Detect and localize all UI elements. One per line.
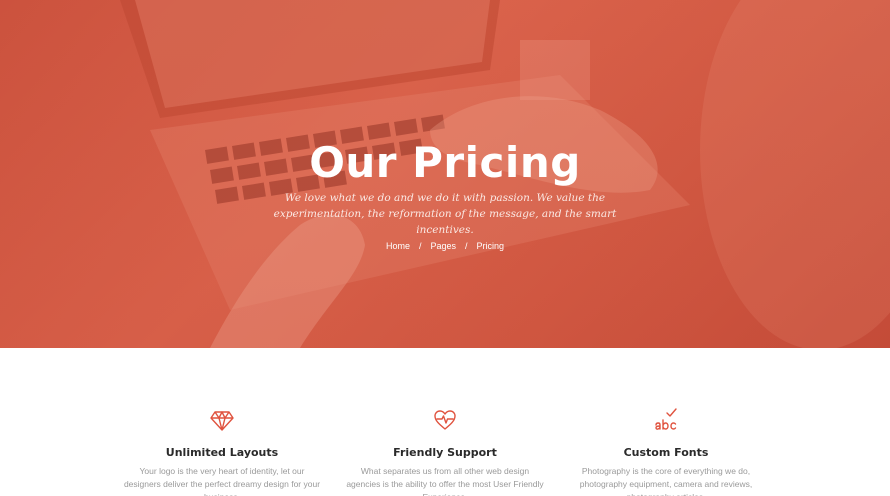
hero-banner: Our Pricing We love what we do and we do… [0, 0, 890, 348]
breadcrumb-home-link[interactable]: Home [386, 241, 410, 251]
feature-friendly-support: Friendly Support What separates us from … [345, 408, 545, 496]
page-title: Our Pricing [309, 138, 581, 187]
feature-unlimited-layouts: Unlimited Layouts Your logo is the very … [122, 408, 322, 496]
page-subtitle: We love what we do and we do it with pas… [273, 192, 617, 236]
feature-custom-fonts: Custom Fonts Photography is the core of … [566, 408, 766, 496]
breadcrumb: Home / Pages / Pricing [0, 241, 890, 251]
feature-text: What separates us from all other web des… [346, 466, 544, 496]
features-section: Unlimited Layouts Your logo is the very … [0, 348, 890, 496]
feature-title: Friendly Support [393, 446, 497, 459]
feature-title: Unlimited Layouts [165, 446, 279, 459]
diamond-icon [210, 411, 234, 431]
breadcrumb-current: Pricing [476, 241, 505, 251]
breadcrumb-separator: / [418, 241, 422, 251]
feature-text: Your logo is the very heart of identity,… [123, 466, 321, 496]
feature-title: Custom Fonts [623, 446, 709, 459]
breadcrumb-pages-link[interactable]: Pages [430, 241, 456, 251]
abc-check-icon [655, 408, 677, 430]
feature-text: Photography is the core of everything we… [579, 466, 753, 496]
breadcrumb-separator: / [465, 241, 468, 251]
heart-pulse-icon [434, 410, 456, 430]
